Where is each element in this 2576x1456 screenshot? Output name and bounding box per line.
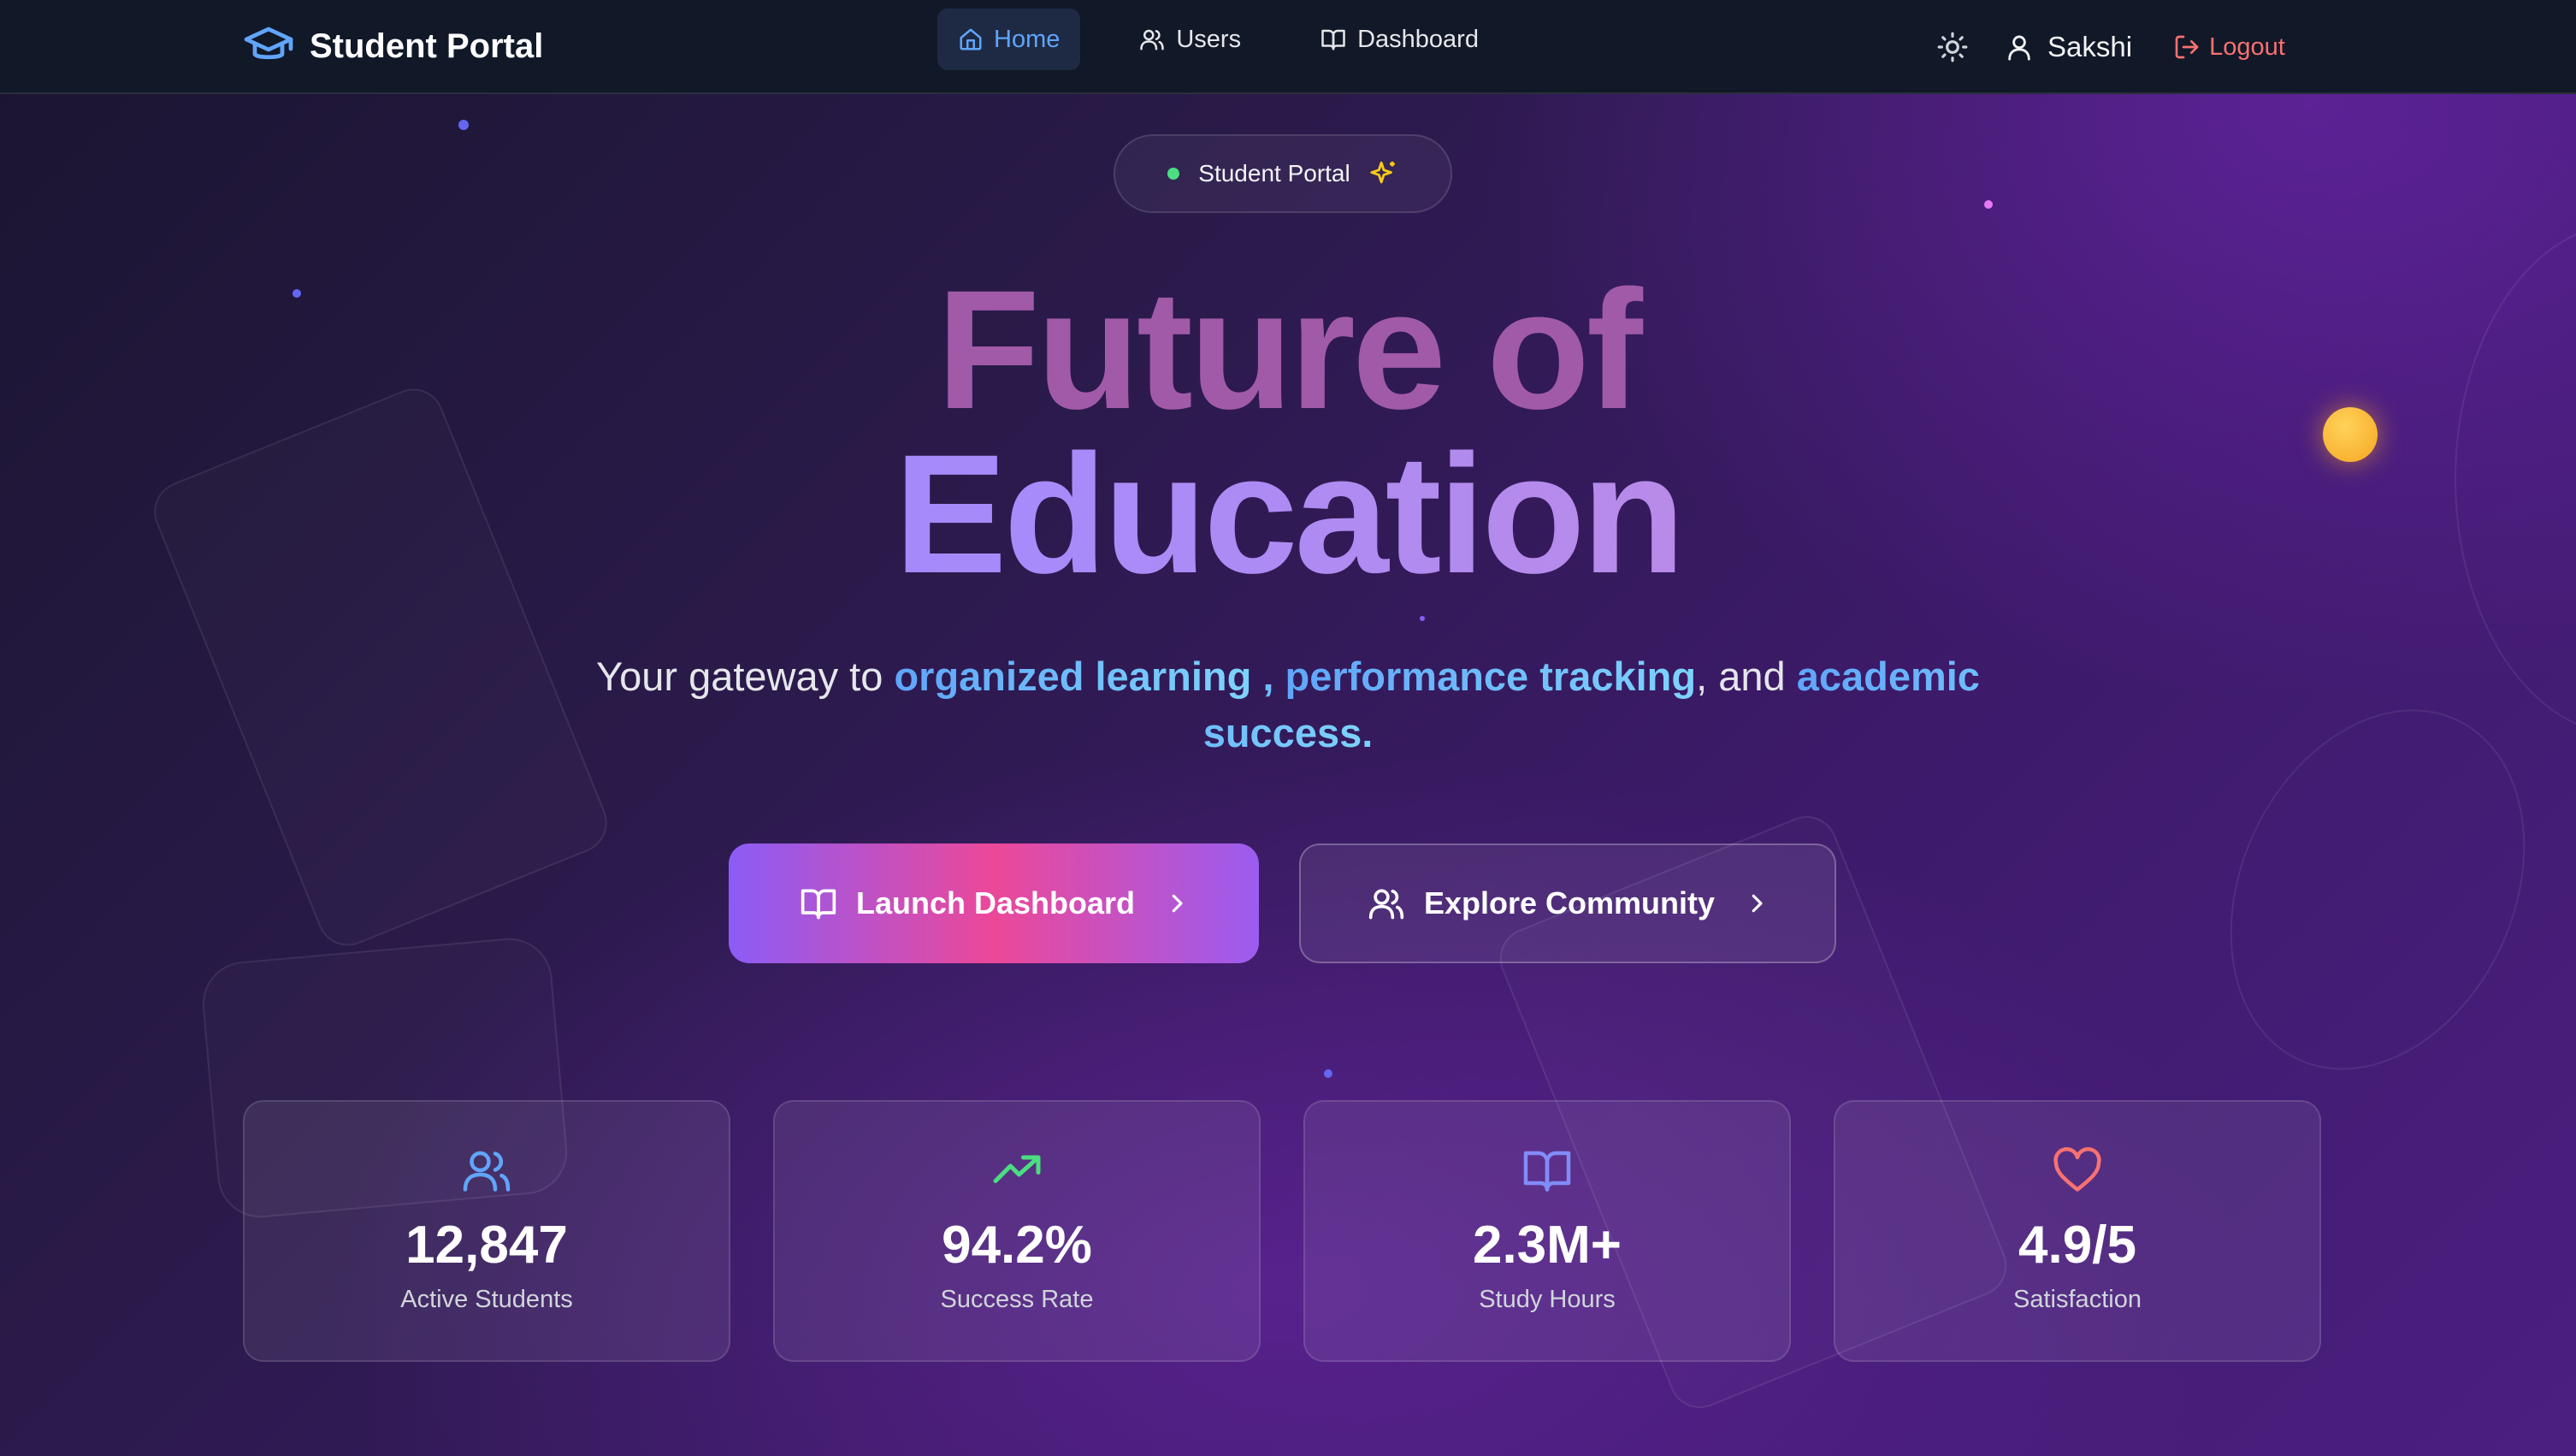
subtitle-separator: , — [1251, 654, 1285, 699]
book-icon — [1520, 1145, 1575, 1196]
nav-item-label: Home — [994, 25, 1061, 53]
users-icon — [1366, 885, 1407, 922]
subtitle-text: , and — [1696, 654, 1797, 699]
subtitle-highlight: performance tracking — [1285, 654, 1697, 699]
stat-label: Satisfaction — [2013, 1286, 2142, 1313]
user-icon — [2005, 32, 2034, 62]
heart-icon — [2050, 1145, 2105, 1196]
decorative-dot — [1420, 616, 1425, 621]
users-icon — [1138, 27, 1166, 52]
decorative-ellipse — [2174, 660, 2576, 1119]
theme-toggle-button[interactable] — [1933, 27, 1972, 67]
launch-dashboard-button[interactable]: Launch Dashboard — [729, 843, 1259, 963]
home-icon — [958, 27, 984, 52]
stat-label: Success Rate — [940, 1286, 1094, 1313]
page: Student Portal Home Users Dashboard Saks… — [0, 0, 2576, 1456]
stat-card-study-hours: 2.3M+ Study Hours — [1303, 1100, 1791, 1362]
nav-item-home[interactable]: Home — [937, 9, 1081, 70]
stat-value: 4.9/5 — [2018, 1216, 2136, 1275]
sun-icon — [1936, 31, 1969, 63]
subtitle-text: Your gateway to — [596, 654, 895, 699]
book-icon — [798, 885, 839, 922]
hero-headline: Future of Education — [0, 255, 2576, 599]
headline-line-2: Education — [0, 429, 2576, 599]
nav-right: Sakshi Logout — [1933, 17, 2285, 77]
nav-item-dashboard[interactable]: Dashboard — [1299, 9, 1499, 70]
nav-item-users[interactable]: Users — [1118, 9, 1261, 70]
user-name: Sakshi — [2047, 31, 2133, 62]
user-menu[interactable]: Sakshi — [2005, 31, 2132, 63]
headline-line-1: Future of — [936, 255, 1643, 444]
status-dot — [1167, 168, 1180, 180]
stats-row: 12,847 Active Students 94.2% Success Rat… — [243, 1100, 2321, 1362]
decorative-dot — [1324, 1069, 1332, 1078]
decorative-dot — [458, 120, 469, 130]
logout-icon — [2173, 33, 2201, 61]
brand-name: Student Portal — [310, 27, 544, 65]
graduation-cap-icon — [243, 27, 294, 66]
nav-item-label: Dashboard — [1357, 25, 1479, 53]
chevron-right-icon — [1164, 891, 1190, 916]
stat-label: Study Hours — [1479, 1286, 1616, 1313]
stat-label: Active Students — [400, 1286, 573, 1313]
hero-badge: Student Portal — [1114, 134, 1452, 213]
stat-value: 94.2% — [942, 1216, 1092, 1275]
sparkles-icon — [1369, 159, 1398, 188]
stat-card-success-rate: 94.2% Success Rate — [773, 1100, 1261, 1362]
chevron-right-icon — [1744, 891, 1770, 916]
nav-links: Home Users Dashboard — [937, 9, 1499, 70]
hero-subtitle: Your gateway to organized learning , per… — [547, 648, 2029, 761]
button-label: Explore Community — [1423, 885, 1716, 920]
trending-up-icon — [990, 1145, 1044, 1196]
stat-card-active-students: 12,847 Active Students — [243, 1100, 730, 1362]
stat-card-satisfaction: 4.9/5 Satisfaction — [1834, 1100, 2321, 1362]
logout-label: Logout — [2209, 33, 2285, 61]
stat-value: 2.3M+ — [1472, 1216, 1622, 1275]
decorative-dot — [1984, 200, 1993, 209]
logout-button[interactable]: Logout — [2173, 33, 2285, 62]
book-icon — [1320, 27, 1347, 52]
brand[interactable]: Student Portal — [243, 19, 543, 74]
hero-badge-label: Student Portal — [1198, 160, 1350, 186]
users-icon — [459, 1145, 514, 1196]
nav-item-label: Users — [1176, 25, 1242, 53]
top-navbar: Student Portal Home Users Dashboard Saks… — [0, 0, 2576, 94]
subtitle-highlight: organized learning — [894, 654, 1252, 699]
explore-community-button[interactable]: Explore Community — [1299, 843, 1836, 963]
button-label: Launch Dashboard — [855, 885, 1136, 920]
stat-value: 12,847 — [405, 1216, 568, 1275]
